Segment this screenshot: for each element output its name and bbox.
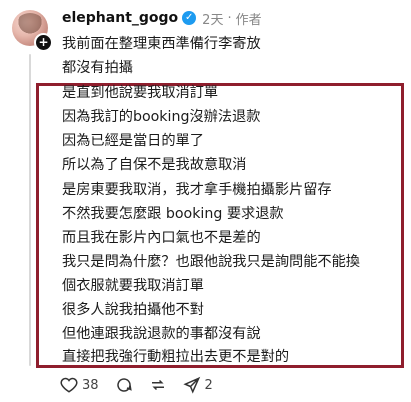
post-line: 而且我在影片內口氣也不是差的 <box>62 230 261 246</box>
share-button[interactable]: 2 <box>182 376 213 394</box>
like-button[interactable]: 38 <box>60 376 99 394</box>
meta-separator: · <box>227 10 232 26</box>
post-line: 個衣服就要我取消訂單 <box>62 278 204 294</box>
comment-icon <box>116 378 132 392</box>
post-line: 是直到他說要我取消訂單 <box>62 85 219 101</box>
post-line: 我只是問為什麼？也跟他說我只是詢問能不能換 <box>62 254 360 270</box>
avatar-hair <box>16 13 44 35</box>
post-time: 2天 <box>202 12 224 28</box>
repost-icon <box>151 379 164 391</box>
post-line: 直接把我強行動粗拉出去更不是對的 <box>62 349 290 365</box>
author-label: 作者 <box>235 12 262 28</box>
heart-icon <box>60 377 78 393</box>
post-line: 很多人說我拍攝他不對 <box>62 302 204 318</box>
post-header: elephant_gogo ✓ 2天 · 作者 <box>62 8 262 28</box>
post-line: 是房東要我取消，我才拿手機拍攝影片留存 <box>62 182 332 198</box>
comment-button[interactable] <box>115 376 133 394</box>
like-count: 38 <box>82 377 99 393</box>
action-bar: 38 2 <box>60 376 229 394</box>
post-line: 因為我訂的booking沒辦法退款 <box>62 109 261 125</box>
post-line: 不然我要怎麼跟 booking 要求退款 <box>62 206 284 222</box>
post-line: 我前面在整理東西準備行李寄放 <box>62 36 261 52</box>
thread-line <box>29 54 31 366</box>
repost-count: 2 <box>204 377 213 393</box>
post-line: 因為已經是當日的單了 <box>62 133 204 149</box>
follow-plus-icon[interactable]: + <box>34 33 53 52</box>
post-line: 都沒有拍攝 <box>62 60 133 76</box>
post-line: 所以為了自保不是我故意取消 <box>62 157 247 173</box>
username[interactable]: elephant_gogo <box>62 10 178 26</box>
send-icon <box>182 376 200 394</box>
repost-button[interactable] <box>149 376 167 394</box>
post-line: 但他連跟我說退款的事都沒有說 <box>62 326 261 342</box>
verified-badge-icon: ✓ <box>182 11 197 25</box>
